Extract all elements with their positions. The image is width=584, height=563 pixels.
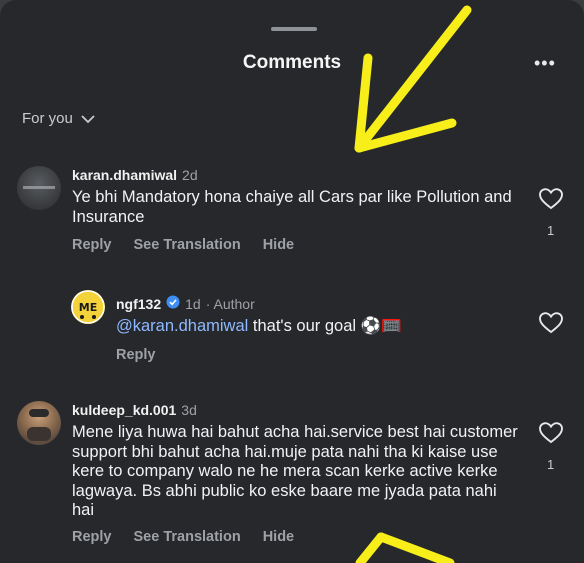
sort-filter-dropdown[interactable]: For you <box>22 110 95 127</box>
chevron-down-icon <box>81 114 95 123</box>
drag-handle[interactable] <box>271 27 317 31</box>
comment-text: Ye bhi Mandatory hona chaiye all Cars pa… <box>72 188 512 226</box>
comment-actions: Reply See Translation Hide <box>72 237 294 253</box>
avatar[interactable] <box>17 401 61 445</box>
heart-outline-icon[interactable] <box>538 311 564 335</box>
see-translation-button[interactable]: See Translation <box>134 237 241 253</box>
reply-button[interactable]: Reply <box>72 237 112 253</box>
heart-outline-icon[interactable] <box>538 421 564 445</box>
filter-label: For you <box>22 110 73 127</box>
hide-button[interactable]: Hide <box>263 529 294 545</box>
reply-button[interactable]: Reply <box>116 347 156 363</box>
comment-text: @karan.dhamiwal that's our goal ⚽🥅 <box>116 317 496 337</box>
svg-text:ME: ME <box>79 301 97 314</box>
username[interactable]: karan.dhamiwal <box>72 167 177 183</box>
verified-badge-icon <box>166 295 180 309</box>
username[interactable]: kuldeep_kd.001 <box>72 402 176 418</box>
timestamp: 2d <box>182 167 198 183</box>
timestamp: 1d <box>185 296 201 312</box>
timestamp: 3d <box>181 402 197 418</box>
annotation-arrow-top <box>354 5 472 153</box>
heart-outline-icon[interactable] <box>538 187 564 211</box>
like-count: 1 <box>547 223 555 238</box>
reply-button[interactable]: Reply <box>72 529 112 545</box>
comment-actions: Reply <box>116 347 156 363</box>
comment-body: that's our goal ⚽🥅 <box>248 317 402 335</box>
see-translation-button[interactable]: See Translation <box>134 529 241 545</box>
username[interactable]: ngf132 <box>116 296 161 312</box>
annotation-arrow-bottom <box>355 532 455 563</box>
comment-header: ngf132 1d · Author <box>116 295 255 312</box>
more-options-icon[interactable]: ••• <box>534 54 556 72</box>
like-count: 1 <box>547 457 555 472</box>
mention-link[interactable]: @karan.dhamiwal <box>116 317 248 335</box>
comment-text: Mene liya huwa hai bahut acha hai.servic… <box>72 423 518 519</box>
avatar-logo: ME <box>71 290 105 324</box>
comment-header: karan.dhamiwal 2d <box>72 167 198 183</box>
avatar[interactable] <box>17 166 61 210</box>
page-title: Comments <box>242 52 342 73</box>
comments-sheet: Comments ••• For you karan.dhamiwal 2d Y… <box>0 0 584 563</box>
author-badge: · Author <box>205 296 255 312</box>
hide-button[interactable]: Hide <box>263 237 294 253</box>
comment-actions: Reply See Translation Hide <box>72 529 294 545</box>
avatar[interactable]: ME <box>71 290 105 324</box>
comment-header: kuldeep_kd.001 3d <box>72 402 197 418</box>
